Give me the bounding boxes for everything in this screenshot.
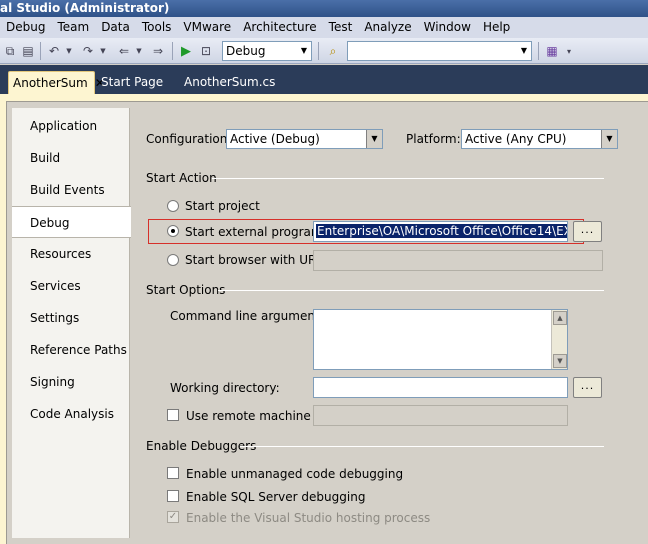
platform-value: Active (Any CPU) <box>465 132 567 146</box>
hosting-process-label: Enable the Visual Studio hosting process <box>186 511 431 525</box>
start-browser-label: Start browser with URL: <box>185 253 328 267</box>
solution-configuration-combo[interactable]: Debug ▼ <box>222 41 312 61</box>
standard-toolbar: ⧉ ▤ ↶ ▼ ↷ ▼ ⇐ ▼ ⇒ ▶ ⊡ Debug ▼ ⌕ ▼ ▦ ▾ <box>0 38 648 64</box>
use-remote-machine-checkbox[interactable] <box>167 409 179 421</box>
find-combo[interactable]: ▼ <box>347 41 532 61</box>
tab-label: AnotherSum <box>13 76 88 90</box>
nav-item-debug[interactable]: Debug <box>12 206 131 238</box>
nav-item-build[interactable]: Build <box>12 142 130 174</box>
toolbar-options-icon[interactable]: ▾ <box>564 42 574 60</box>
copy-icon[interactable]: ⧉ <box>2 42 18 60</box>
tab-start-page[interactable]: Start Page <box>97 71 167 94</box>
start-browser-radio[interactable] <box>167 254 179 266</box>
menu-tools[interactable]: Tools <box>136 17 178 38</box>
menu-data[interactable]: Data <box>95 17 136 38</box>
start-external-program-radio[interactable] <box>167 225 179 237</box>
tab-label: Start Page <box>101 75 164 89</box>
section-divider <box>218 290 604 291</box>
menu-window[interactable]: Window <box>418 17 477 38</box>
tab-anothersum-cs[interactable]: AnotherSum.cs <box>180 71 279 94</box>
menu-test[interactable]: Test <box>323 17 359 38</box>
solution-configuration-value: Debug <box>226 44 266 58</box>
configuration-label: Configuration: <box>146 132 232 146</box>
redo-dropdown-icon[interactable]: ▼ <box>98 42 108 60</box>
nav-item-build-events[interactable]: Build Events <box>12 174 130 206</box>
browse-working-directory-button[interactable]: ... <box>573 377 602 398</box>
undo-icon[interactable]: ↶ <box>46 42 62 60</box>
platform-select[interactable]: Active (Any CPU) ▼ <box>461 129 618 149</box>
attach-process-icon[interactable]: ⊡ <box>198 42 214 60</box>
menu-debug[interactable]: Debug <box>0 17 51 38</box>
nav-item-services[interactable]: Services <box>12 270 130 302</box>
browser-url-input[interactable] <box>313 250 603 271</box>
document-tab-strip: AnotherSum ✕ Start Page AnotherSum.cs <box>0 65 648 94</box>
platform-label: Platform: <box>406 132 461 146</box>
use-remote-machine-label: Use remote machine <box>186 409 311 423</box>
window-title-bar: al Studio (Administrator) <box>0 0 648 17</box>
command-line-arguments-label: Command line arguments: <box>170 309 330 323</box>
redo-icon[interactable]: ↷ <box>80 42 96 60</box>
chevron-down-icon: ▼ <box>366 130 382 148</box>
toolbar-separator <box>318 42 319 60</box>
nav-item-resources[interactable]: Resources <box>12 238 130 270</box>
nav-item-code-analysis[interactable]: Code Analysis <box>12 398 130 430</box>
nav-item-application[interactable]: Application <box>12 110 130 142</box>
navigate-dropdown-icon[interactable]: ▼ <box>134 42 144 60</box>
unmanaged-debugging-checkbox[interactable] <box>167 467 179 479</box>
paste-icon[interactable]: ▤ <box>20 42 36 60</box>
chevron-down-icon: ▼ <box>601 130 617 148</box>
scroll-up-icon[interactable]: ▲ <box>553 311 567 325</box>
section-divider <box>212 178 604 179</box>
configuration-value: Active (Debug) <box>230 132 320 146</box>
solution-explorer-icon[interactable]: ▦ <box>544 42 560 60</box>
section-divider <box>240 446 604 447</box>
external-program-value: Enterprise\OA\Microsoft Office\Office14\… <box>316 224 567 238</box>
menu-analyze[interactable]: Analyze <box>358 17 417 38</box>
find-in-files-icon[interactable]: ⌕ <box>324 42 342 60</box>
menu-bar: Debug Team Data Tools VMware Architectur… <box>0 17 648 38</box>
toolbar-separator <box>172 42 173 60</box>
properties-nav: Application Build Build Events Debug Res… <box>12 108 131 538</box>
undo-dropdown-icon[interactable]: ▼ <box>64 42 74 60</box>
start-options-header: Start Options <box>146 283 226 297</box>
start-action-header: Start Action <box>146 171 217 185</box>
remote-machine-input[interactable] <box>313 405 568 426</box>
tab-anothersum[interactable]: AnotherSum ✕ <box>8 71 105 94</box>
start-project-label: Start project <box>185 199 260 213</box>
nav-item-signing[interactable]: Signing <box>12 366 130 398</box>
nav-item-settings[interactable]: Settings <box>12 302 130 334</box>
command-line-arguments-input[interactable]: ▲ ▼ <box>313 309 568 370</box>
navigate-forward-icon[interactable]: ⇒ <box>150 42 166 60</box>
sql-debugging-checkbox[interactable] <box>167 490 179 502</box>
chevron-down-icon: ▼ <box>300 46 308 55</box>
scrollbar[interactable]: ▲ ▼ <box>551 310 567 369</box>
working-directory-input[interactable] <box>313 377 568 398</box>
window-title: al Studio (Administrator) <box>0 1 170 15</box>
navigate-backward-icon[interactable]: ⇐ <box>116 42 132 60</box>
external-program-input[interactable]: Enterprise\OA\Microsoft Office\Office14\… <box>313 221 568 242</box>
menu-help[interactable]: Help <box>477 17 516 38</box>
hosting-process-checkbox[interactable]: ✓ <box>167 511 179 523</box>
start-project-radio[interactable] <box>167 200 179 212</box>
menu-vmware[interactable]: VMware <box>177 17 237 38</box>
toolbar-separator <box>538 42 539 60</box>
start-external-program-label: Start external program: <box>185 225 327 239</box>
nav-item-reference-paths[interactable]: Reference Paths <box>12 334 130 366</box>
tab-label: AnotherSum.cs <box>184 75 276 89</box>
chevron-down-icon: ▼ <box>520 46 528 55</box>
menu-team[interactable]: Team <box>51 17 95 38</box>
browse-external-program-button[interactable]: ... <box>573 221 602 242</box>
menu-architecture[interactable]: Architecture <box>237 17 322 38</box>
configuration-select[interactable]: Active (Debug) ▼ <box>226 129 383 149</box>
unmanaged-debugging-label: Enable unmanaged code debugging <box>186 467 404 481</box>
scroll-down-icon[interactable]: ▼ <box>553 354 567 368</box>
start-debugging-icon[interactable]: ▶ <box>178 42 194 60</box>
working-directory-label: Working directory: <box>170 381 280 395</box>
sql-debugging-label: Enable SQL Server debugging <box>186 490 366 504</box>
toolbar-separator <box>40 42 41 60</box>
